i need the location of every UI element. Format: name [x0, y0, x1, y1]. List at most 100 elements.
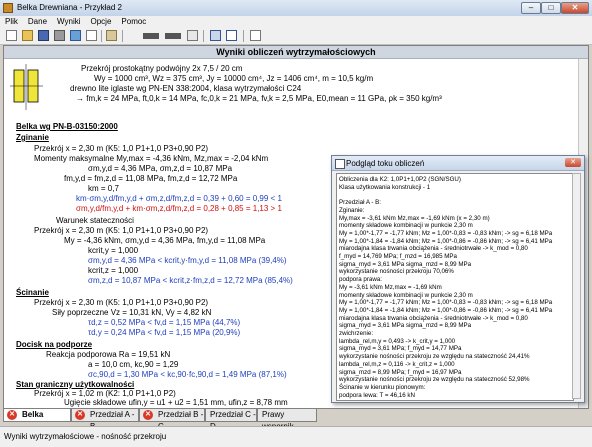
section-icon[interactable] — [143, 33, 159, 39]
material-properties: → fm,k = 24 MPa, ft,0,k = 14 MPa, fc,0,k… — [76, 94, 442, 103]
copy-icon[interactable] — [86, 30, 97, 41]
status-text: Wyniki wytrzymałościowe - nośność przekr… — [4, 432, 167, 441]
print-icon[interactable] — [54, 30, 65, 41]
paste-icon[interactable] — [106, 30, 117, 41]
section-drawing — [10, 64, 43, 110]
bending-line: fm,y,d = fm,z,d = 11,08 MPa, fm,z,d = 12… — [64, 174, 238, 183]
stability-title: Warunek stateczności — [56, 216, 134, 225]
shear-check: τd,y = 0,24 MPa < fv,d = 1,15 MPa (20,9%… — [88, 328, 241, 337]
app-icon — [3, 3, 13, 13]
dialog-close-button[interactable]: ✕ — [565, 158, 581, 167]
menu-pomoc[interactable]: Pomoc — [116, 16, 151, 26]
bending-line: Przekrój x = 2,30 m (K5: 1,0 P1+1,0 P3+0… — [34, 144, 209, 153]
log-line: miarodajna klasa trwania obciążenia - śr… — [339, 314, 528, 322]
toolbar-separator — [101, 30, 102, 42]
log-line: Ścinanie w kierunku pionowym: — [339, 383, 426, 391]
tab-przedzial-a-b[interactable]: ✕Przedział A - B — [71, 409, 139, 431]
log-line: sigma_myd = 3,61 MPa sigma_mzd = 8,99 MP… — [339, 322, 472, 330]
maximize-button[interactable]: □ — [541, 2, 561, 14]
sls-line: Ugięcie składowe ufin,y = u1 + u2 = 1,51… — [64, 398, 288, 407]
log-line: My = -3,61 kNm Mz,max = -1,69 kNm — [339, 283, 442, 291]
log-line: My = 1,00*-1,84 = -1,84 kNm; Mz = 1,00*-… — [339, 237, 553, 245]
dialog-scrollbar[interactable] — [572, 173, 581, 399]
log-line: lambda_rel,m,z = 0,116 -> k_crit,z = 1,0… — [339, 360, 455, 368]
close-button[interactable]: ✕ — [561, 2, 589, 14]
menu-opcje[interactable]: Opcje — [86, 16, 117, 26]
log-line: f_myd = 14,769 MPa; f_mzd = 16,985 MPa — [339, 253, 457, 260]
toolbar — [0, 28, 592, 45]
log-line: zwichrzenie: — [339, 330, 374, 337]
support-line: a = 10,0 cm, kc,90 = 1,29 — [88, 360, 179, 369]
section-properties: Wy = 1000 cm³, Wz = 375 cm³, Jy = 10000 … — [94, 74, 374, 83]
help-icon[interactable] — [250, 30, 261, 41]
calculation-log-text: Obliczenia dla K2: 1,0P1+1,0P2 (SGN/SGU)… — [336, 173, 574, 401]
log-line: momenty składowe kombinacji w punkcie 2,… — [339, 291, 473, 299]
shear-line: Przekrój x = 2,30 m (K5: 1,0 P1+1,0 P3+0… — [34, 298, 209, 307]
code-title: Belka wg PN-B-03150:2000 — [16, 122, 118, 131]
dialog-title-bar[interactable]: Podgląd toku obliczeń ✕ — [332, 156, 584, 171]
log-line: wykorzystanie nośności przekroju ze wzgl… — [339, 376, 530, 384]
log-line: Klasa użytkowania konstrukcji - 1 — [339, 183, 431, 191]
error-icon: ✕ — [75, 410, 85, 420]
menu-plik[interactable]: Plik — [0, 16, 23, 26]
stability-line: kcrit,y = 1,000 — [88, 246, 139, 255]
log-line: sigma_mzd = 8,99 MPa; f_myd = 16,97 MPa — [339, 368, 462, 376]
toolbar-separator — [203, 30, 204, 42]
sls-title: Stan graniczny użytkowalności — [16, 380, 135, 389]
title-bar: Belka Drewniana - Przykład 2 – □ ✕ — [0, 0, 592, 17]
bending-check-fail: σm,y,d/fm,y,d + km·σm,z,d/fm,z,d = 0,28 … — [76, 204, 282, 213]
save-icon[interactable] — [38, 30, 49, 41]
beam-tabs: ✕Belka ✕Przedział A - B ✕Przedział B - C… — [3, 409, 589, 431]
stability-line: kcrit,z = 1,000 — [88, 266, 139, 275]
support-check: σc,90,d = 1,30 MPa < kc,90·fc,90,d = 1,4… — [88, 370, 287, 379]
support-line: Reakcja podporowa Ra = 19,51 kN — [46, 350, 171, 359]
window-title: Belka Drewniana - Przykład 2 — [17, 3, 122, 12]
log-line: wykorzystanie nośności przekroju ze wzgl… — [339, 353, 530, 361]
shear-title: Ścinanie — [16, 288, 49, 297]
minimize-button[interactable]: – — [521, 2, 541, 14]
status-bar: Wyniki wytrzymałościowe - nośność przekr… — [0, 426, 592, 447]
log-line: Obliczenia dla K2: 1,0P1+1,0P2 (SGN/SGU) — [339, 176, 461, 183]
beam-icon[interactable] — [165, 33, 181, 39]
calculation-log-dialog[interactable]: Podgląd toku obliczeń ✕ Obliczenia dla K… — [331, 155, 585, 403]
stability-check: σm,y,d = 4,36 MPa < kcrit,y·fm,y,d = 11,… — [88, 256, 287, 265]
tab-prawy-wspornik[interactable]: Prawy wspornik — [257, 409, 317, 431]
menu-bar: Plik Dane Wyniki Opcje Pomoc — [0, 16, 592, 28]
log-icon[interactable] — [226, 30, 237, 41]
bending-title: Zginanie — [16, 133, 49, 142]
bending-line: km = 0,7 — [88, 184, 119, 193]
stability-check: σm,z,d = 10,87 MPa < kcrit,z·fm,z,d = 12… — [88, 276, 293, 285]
log-line: Przedział A - B: — [339, 199, 381, 207]
new-icon[interactable] — [6, 30, 17, 41]
stability-line: Przekrój x = 2,30 m (K5: 1,0 P1+1,0 P3+0… — [34, 226, 209, 235]
results-icon[interactable] — [210, 30, 221, 41]
menu-wyniki[interactable]: Wyniki — [52, 16, 85, 26]
log-icon — [335, 159, 345, 169]
log-line: My = 1,00*-1,84 = -1,84 kNm; Mz = 1,00*-… — [339, 306, 553, 314]
log-line: sigma_myd = 3,61 MPa; f_myd = 14,77 MPa — [339, 345, 462, 353]
dialog-title: Podgląd toku obliczeń — [346, 159, 425, 168]
export-icon[interactable] — [70, 30, 81, 41]
bending-line: Momenty maksymalne My,max = -4,36 kNm, M… — [34, 154, 269, 163]
toolbar-separator — [122, 30, 123, 42]
sls-line: Przekrój x = 1,02 m (K2: 1,0 P1+1,0 P2) — [34, 389, 176, 398]
log-line: wykorzystanie nośności przekroju 70,06% — [339, 268, 454, 276]
error-icon: ✕ — [143, 410, 153, 420]
log-line: Zginanie: — [339, 206, 365, 214]
tab-przedzial-c-d[interactable]: Przedział C - D — [205, 409, 257, 431]
tab-belka[interactable]: ✕ Belka — [3, 409, 71, 422]
error-icon: ✕ — [7, 410, 17, 420]
log-line: podpora lewa: T = 46,16 kN — [339, 391, 415, 399]
menu-dane[interactable]: Dane — [23, 16, 52, 26]
log-line: My = 1,00*-1,77 = -1,77 kNm; Mz = 1,00*-… — [339, 229, 553, 237]
section-description: Przekrój prostokątny podwójny 2x 7,5 / 2… — [81, 64, 243, 73]
open-icon[interactable] — [22, 30, 33, 41]
log-line: momenty składowe kombinacji w punkcie 2,… — [339, 222, 473, 230]
log-line: My,max = -3,61 kNm Mz,max = -1,69 kNm (x… — [339, 214, 490, 222]
shear-check: τd,z = 0,52 MPa < fv,d = 1,15 MPa (44,7%… — [88, 318, 241, 327]
log-line: miarodajna klasa trwania obciążenia - śr… — [339, 245, 528, 253]
tab-przedzial-b-c[interactable]: ✕Przedział B - C — [139, 409, 205, 431]
log-line: podpora prawa: — [339, 276, 382, 284]
log-line: sigma_myd = 3,61 MPa sigma_mzd = 8,99 MP… — [339, 260, 472, 268]
table-icon[interactable] — [187, 30, 198, 41]
